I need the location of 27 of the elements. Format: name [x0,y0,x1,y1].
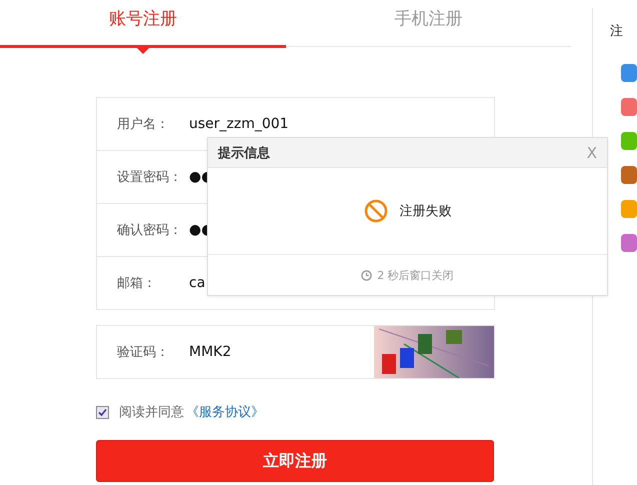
input-field[interactable]: ca [189,275,206,291]
field-label: 设置密码： [117,169,183,186]
captcha-field[interactable]: 验证码： MMK2 [96,325,495,379]
dialog-message: 注册失败 [400,203,452,220]
field-label: 用户名： [117,116,170,133]
sidebar-icon[interactable] [621,200,637,218]
sidebar-icon[interactable] [621,166,637,184]
sidebar-icon[interactable] [621,234,637,252]
input-field[interactable]: user_zzm_001 [189,116,289,132]
input-value: MMK2 [189,344,232,360]
field-label: 确认密码： [117,222,183,239]
sidebar-icon[interactable] [621,98,637,116]
register-button[interactable]: 立即注册 [96,440,494,482]
clock-icon [361,270,372,280]
tab[interactable]: 账号注册 [0,0,286,48]
field-label: 邮箱： [117,275,157,292]
dialog-title: 提示信息 [218,144,270,162]
terms-link[interactable]: 《服务协议》 [186,403,264,421]
sidebar-icon[interactable] [621,64,637,82]
countdown-text: 2 秒后窗口关闭 [377,268,454,282]
field-label: 验证码： [117,344,170,361]
agreement-text: 阅读并同意 [119,404,184,421]
pointer-icon [136,47,150,54]
sidebar-icon[interactable] [621,132,637,150]
sidebar-title: 注 [610,23,624,40]
prohibited-icon [364,199,388,223]
checkbox[interactable] [96,406,109,418]
